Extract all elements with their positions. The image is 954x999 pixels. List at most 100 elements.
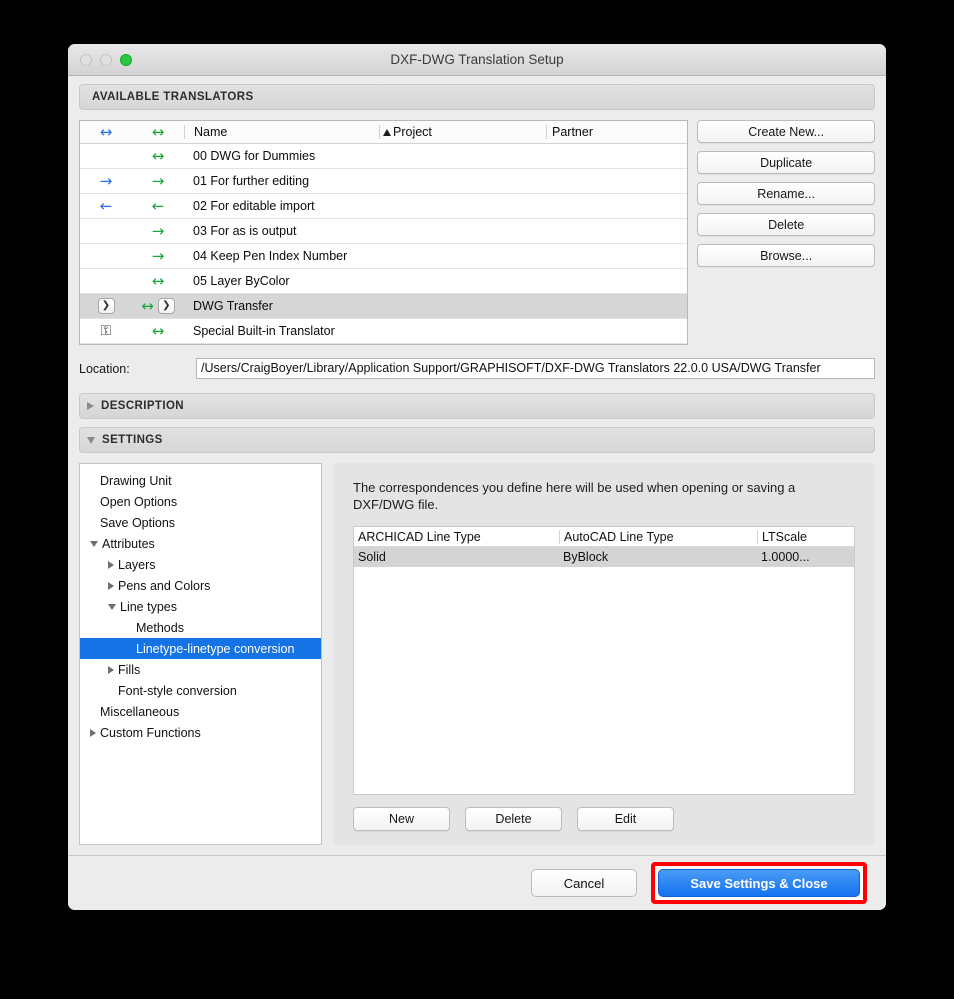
settings-tree[interactable]: Drawing Unit Open Options Save Options Attr… xyxy=(79,463,322,845)
settings-tree-item-label: Layers xyxy=(118,557,156,572)
section-description-label: DESCRIPTION xyxy=(101,400,184,412)
save-direction-icon: ↔ xyxy=(151,146,165,165)
chevron-right-icon[interactable]: ❯ xyxy=(97,298,115,314)
cell-translator-name: 05 Layer ByColor xyxy=(193,274,290,288)
cell-archicad-line-type: Solid xyxy=(358,550,386,564)
save-direction-icon: ↔ xyxy=(141,296,154,315)
lock-icon: ⚿ xyxy=(100,323,112,339)
edit-conversion-button[interactable]: Edit xyxy=(577,807,674,831)
translator-action-buttons: Create New... Duplicate Rename... Delete… xyxy=(697,120,875,345)
column-header-project[interactable]: Project xyxy=(379,125,546,139)
cell-translator-name: 00 DWG for Dummies xyxy=(193,149,316,163)
settings-tree-item[interactable]: Layers xyxy=(80,554,321,575)
cell-save-direction[interactable]: ← xyxy=(132,196,184,215)
table-row[interactable]: → 03 For as is output xyxy=(80,219,688,244)
chevron-right-icon[interactable] xyxy=(90,728,96,737)
linetype-conversion-table[interactable]: ARCHICAD Line Type AutoCAD Line Type LTS… xyxy=(353,526,855,795)
rename-button[interactable]: Rename... xyxy=(697,182,875,205)
cancel-button[interactable]: Cancel xyxy=(531,869,637,897)
cell-open-direction[interactable]: → xyxy=(80,173,132,189)
table-row[interactable]: → 04 Keep Pen Index Number xyxy=(80,244,688,269)
cell-save-direction[interactable]: ↔ xyxy=(132,146,184,165)
settings-tree-item[interactable]: Font-style conversion xyxy=(80,680,321,701)
conversion-table-row[interactable]: Solid ByBlock 1.0000... xyxy=(354,547,854,567)
zoom-button[interactable] xyxy=(120,53,132,66)
cell-save-direction[interactable]: ↔ xyxy=(132,273,184,289)
header-autocad-line-type[interactable]: AutoCAD Line Type xyxy=(559,529,757,544)
table-row[interactable]: ↔ 00 DWG for Dummies xyxy=(80,144,688,169)
dxf-dwg-translation-setup-window: DXF-DWG Translation Setup AVAILABLE TRAN… xyxy=(68,44,886,910)
cell-save-direction[interactable]: → xyxy=(132,248,184,264)
section-available-translators-label: AVAILABLE TRANSLATORS xyxy=(92,91,254,103)
chevron-right-icon[interactable] xyxy=(108,581,114,590)
settings-tree-item[interactable]: Line types xyxy=(80,596,321,617)
new-conversion-button[interactable]: New xyxy=(353,807,450,831)
cell-save-direction[interactable]: ↔ xyxy=(132,323,184,339)
table-row[interactable]: ⚿ ↔ Special Built-in Translator xyxy=(80,319,688,344)
chevron-down-icon xyxy=(87,436,95,444)
minimize-button[interactable] xyxy=(100,53,112,66)
panel-description: The correspondences you define here will… xyxy=(353,480,796,512)
settings-tree-item[interactable]: Drawing Unit xyxy=(80,470,321,491)
window-titlebar: DXF-DWG Translation Setup xyxy=(68,44,886,76)
settings-tree-item[interactable]: Methods xyxy=(80,617,321,638)
table-row[interactable]: ❯ ↔ ❯ DWG Transfer xyxy=(80,294,688,319)
column-header-partner[interactable]: Partner xyxy=(546,125,687,139)
settings-tree-item[interactable]: Open Options xyxy=(80,491,321,512)
table-row[interactable]: ↔ 05 Layer ByColor xyxy=(80,269,688,294)
window-body: AVAILABLE TRANSLATORS ↔ ↔ Name Project P… xyxy=(68,76,886,855)
translators-rows-container: ↔ 00 DWG for Dummies → → 01 For further edit… xyxy=(80,144,688,344)
settings-body: Drawing Unit Open Options Save Options Attr… xyxy=(79,463,875,855)
settings-tree-item-label: Font-style conversion xyxy=(118,683,237,698)
settings-tree-item-label: Drawing Unit xyxy=(100,473,172,488)
duplicate-button[interactable]: Duplicate xyxy=(697,151,875,174)
chevron-down-icon[interactable] xyxy=(90,540,98,547)
chevron-right-icon[interactable] xyxy=(108,560,114,569)
save-settings-and-close-button[interactable]: Save Settings & Close xyxy=(658,869,860,897)
settings-tree-item[interactable]: Linetype-linetype conversion xyxy=(80,638,321,659)
location-input[interactable]: /Users/CraigBoyer/Library/Application Su… xyxy=(196,358,875,379)
column-header-save-icon[interactable]: ↔ xyxy=(132,124,184,140)
cell-translator-name: 01 For further editing xyxy=(193,174,310,188)
settings-panel: The correspondences you define here will… xyxy=(333,463,875,845)
cell-open-direction[interactable]: ← xyxy=(80,198,132,214)
translators-list[interactable]: ↔ ↔ Name Project Partner ↔ 00 DWG for Dum… xyxy=(79,120,689,345)
section-available-translators: AVAILABLE TRANSLATORS xyxy=(79,84,875,110)
settings-tree-item[interactable]: Save Options xyxy=(80,512,321,533)
chevron-down-icon[interactable] xyxy=(108,603,116,610)
header-archicad-line-type[interactable]: ARCHICAD Line Type xyxy=(354,530,559,544)
settings-tree-item-label: Pens and Colors xyxy=(118,578,211,593)
save-direction-icon: ← xyxy=(151,196,165,215)
cell-save-direction[interactable]: ↔ ❯ xyxy=(132,298,184,314)
settings-tree-item[interactable]: Miscellaneous xyxy=(80,701,321,722)
cell-open-direction[interactable]: ⚿ xyxy=(80,323,132,339)
settings-tree-item-label: Fills xyxy=(118,662,141,677)
section-settings[interactable]: SETTINGS xyxy=(79,427,875,453)
cell-save-direction[interactable]: → xyxy=(132,173,184,189)
settings-tree-item[interactable]: Custom Functions xyxy=(80,722,321,743)
create-new-button[interactable]: Create New... xyxy=(697,120,875,143)
cell-translator-name: 04 Keep Pen Index Number xyxy=(193,249,348,263)
delete-translator-button[interactable]: Delete xyxy=(697,213,875,236)
settings-tree-item-label: Linetype-linetype conversion xyxy=(136,641,295,656)
settings-tree-item[interactable]: Attributes xyxy=(80,533,321,554)
table-row[interactable]: ← ← 02 For editable import xyxy=(80,194,688,219)
cell-autocad-line-type: ByBlock xyxy=(563,550,609,564)
translators-row: ↔ ↔ Name Project Partner ↔ 00 DWG for Dum… xyxy=(79,120,875,345)
cell-open-direction[interactable]: ❯ xyxy=(80,298,132,314)
chevron-right-icon[interactable] xyxy=(108,665,114,674)
browse-button[interactable]: Browse... xyxy=(697,244,875,267)
column-header-name[interactable]: Name xyxy=(184,125,379,139)
cell-save-direction[interactable]: → xyxy=(132,223,184,239)
settings-tree-item[interactable]: Fills xyxy=(80,659,321,680)
cell-ltscale: 1.0000... xyxy=(761,550,810,564)
section-description[interactable]: DESCRIPTION xyxy=(79,393,875,419)
settings-tree-item[interactable]: Pens and Colors xyxy=(80,575,321,596)
close-button[interactable] xyxy=(80,53,92,66)
table-row[interactable]: → → 01 For further editing xyxy=(80,169,688,194)
dialog-footer: Cancel Save Settings & Close xyxy=(68,855,886,910)
column-header-open-icon[interactable]: ↔ xyxy=(80,124,132,140)
delete-conversion-button[interactable]: Delete xyxy=(465,807,562,831)
chevron-right-icon[interactable]: ❯ xyxy=(157,298,175,314)
header-ltscale[interactable]: LTScale xyxy=(757,529,854,544)
